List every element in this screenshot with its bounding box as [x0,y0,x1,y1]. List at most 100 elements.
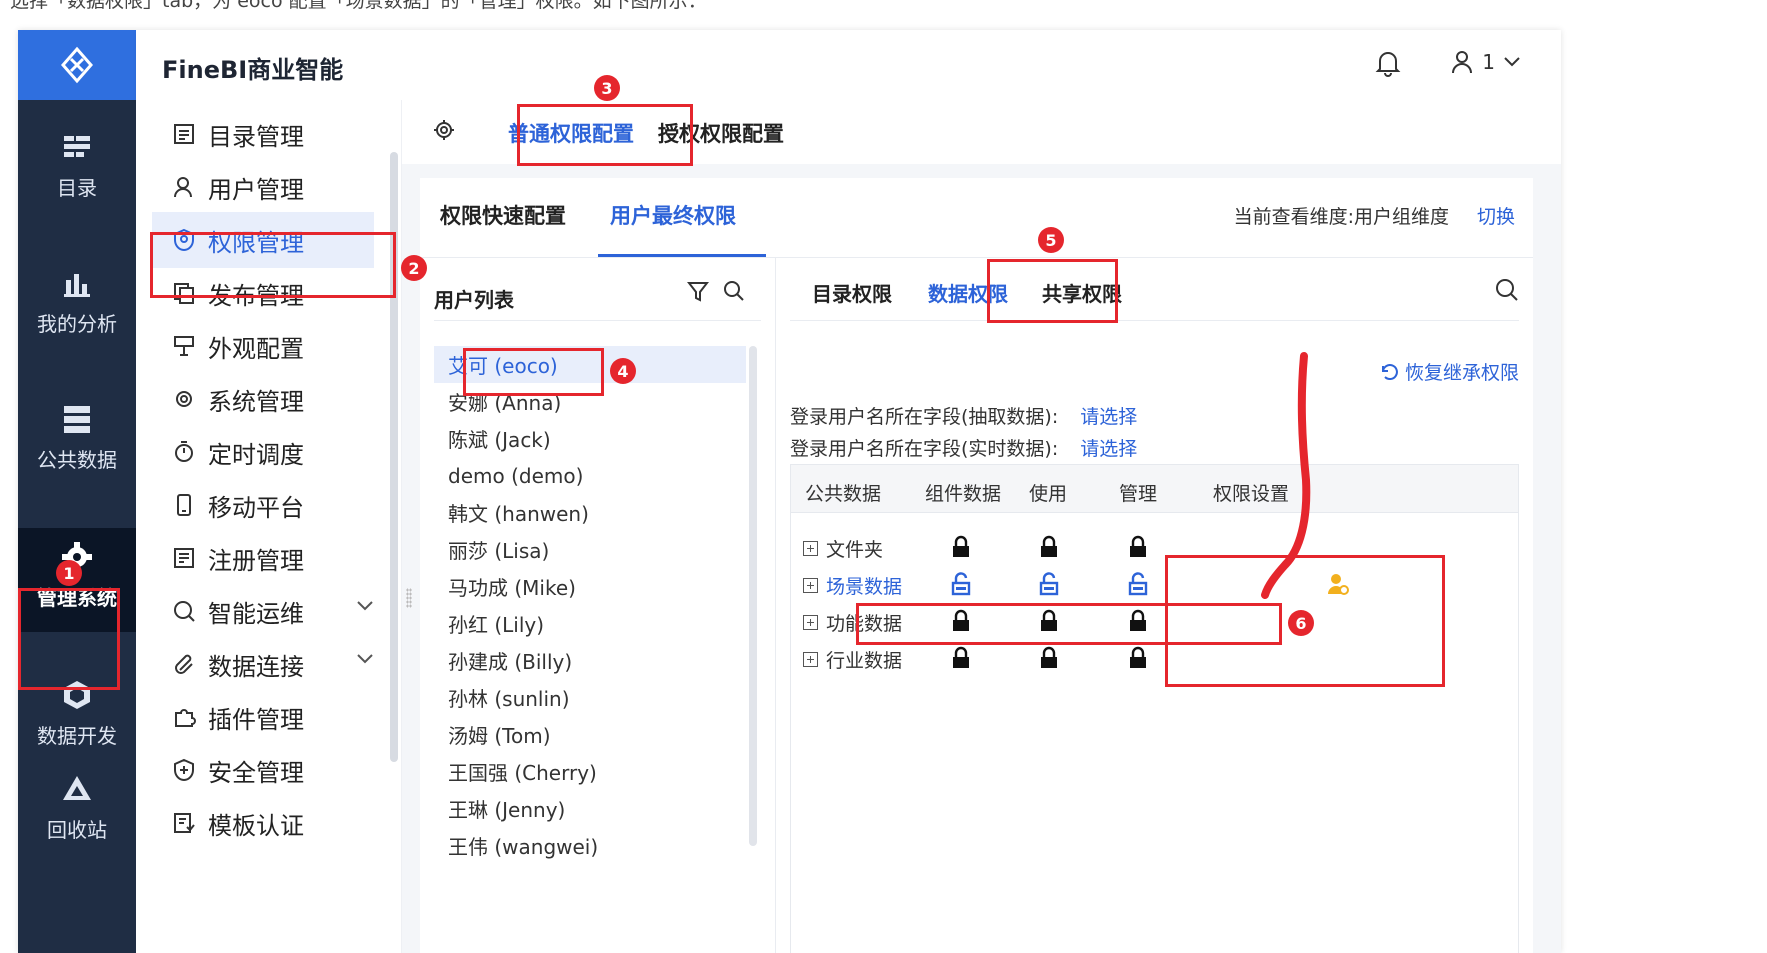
unlock-icon[interactable] [951,572,971,596]
rail-item-recycle[interactable]: 回收站 [18,772,136,843]
analysis-icon [64,274,90,297]
recycle-icon [63,776,91,800]
user-item[interactable]: 陈斌 (Jack) [434,420,746,457]
annotation-badge-3: 3 [594,75,620,101]
row-label: 行业数据 [803,646,902,673]
user-item[interactable]: 孙建成 (Billy) [434,642,746,679]
menu-item-user-mgmt[interactable]: 用户管理 [152,159,374,215]
annotation-badge-1: 1 [56,560,82,586]
annotation-badge-2: 2 [401,255,427,281]
column-header: 管理 [1119,483,1158,505]
list-icon [174,124,194,144]
menu-label: 外观配置 [208,334,304,363]
user-name: 1 [1482,50,1495,74]
rail-item-analysis[interactable]: 我的分析 [18,266,136,337]
menu-item-plugins[interactable]: 插件管理 [152,689,374,745]
finebi-app: 目录 我的分析 公共数据 管理系统 数据开发 回收站 FineBI商业智能 1 … [18,30,1561,953]
resize-handle[interactable] [406,588,412,608]
expand-icon[interactable] [803,652,818,667]
user-item[interactable]: 丽莎 (Lisa) [434,531,746,568]
rail-label-catalog: 目录 [57,176,97,200]
user-menu[interactable]: 1 [1450,49,1521,75]
search-icon[interactable] [1495,278,1519,302]
menu-label: 移动平台 [208,493,304,522]
lock-icon[interactable] [951,535,971,559]
rail-label-data-dev: 数据开发 [37,724,117,748]
menu-item-mobile[interactable]: 移动平台 [152,477,374,533]
unlock-icon[interactable] [1128,572,1148,596]
menu-item-register[interactable]: 注册管理 [152,530,374,586]
rail-item-public-data[interactable]: 公共数据 [18,402,136,473]
menu-label: 用户管理 [208,175,304,204]
app-logo[interactable] [18,30,136,100]
ops-icon [174,601,195,622]
user-item[interactable]: 王琳 (Jenny) [434,790,746,827]
tab-quick-config[interactable]: 权限快速配置 [440,200,566,230]
tab-catalog-permission[interactable]: 目录权限 [812,278,892,307]
annotation-badge-4: 4 [610,358,636,384]
user-item[interactable]: 王伟 (wangwei) [434,827,746,864]
menu-label: 注册管理 [208,546,304,575]
certificate-icon [174,813,195,833]
lock-icon[interactable] [1128,646,1148,670]
menu-item-ops[interactable]: 智能运维 [152,583,374,639]
row-label: 文件夹 [803,535,883,562]
register-icon [174,548,194,568]
user-item[interactable]: 马功成 (Mike) [434,568,746,605]
tab-final-permission[interactable]: 用户最终权限 [610,200,736,230]
mobile-icon [177,494,191,516]
column-header: 使用 [1029,483,1068,505]
lock-icon[interactable] [951,646,971,670]
user-item[interactable]: demo (demo) [434,457,746,494]
user-item[interactable]: 孙林 (sunlin) [434,679,746,716]
left-rail: 目录 我的分析 公共数据 管理系统 数据开发 回收站 [18,30,136,953]
user-item[interactable]: 王国强 (Cherry) [434,753,746,790]
column-header: 公共数据 [805,483,882,505]
gear-icon [176,391,192,407]
rail-label-recycle: 回收站 [47,818,107,842]
dimension-switch-link[interactable]: 切换 [1477,202,1515,229]
menu-label: 目录管理 [208,122,304,151]
row-name: 文件夹 [826,539,884,561]
user-item[interactable]: 孙红 (Lily) [434,605,746,642]
lock-icon[interactable] [1039,535,1059,559]
menu-item-system-mgmt[interactable]: 系统管理 [152,371,374,427]
user-item[interactable]: 韩文 (hanwen) [434,494,746,531]
dimension-text: 当前查看维度:用户组维度 [1233,206,1449,228]
bell-icon[interactable] [1375,49,1401,77]
unlock-icon[interactable] [1039,572,1059,596]
expand-icon[interactable] [803,578,818,593]
extract-field-select[interactable]: 请选择 [1080,406,1137,428]
menu-item-security[interactable]: 安全管理 [152,742,374,798]
top-header: FineBI商业智能 1 [136,30,1561,100]
rail-item-catalog[interactable]: 目录 [18,130,136,201]
user-item[interactable]: 汤姆 (Tom) [434,716,746,753]
gear-icon[interactable] [432,118,456,142]
palette-icon [174,336,194,356]
menu-item-catalog-mgmt[interactable]: 目录管理 [152,106,374,162]
lock-icon[interactable] [1039,646,1059,670]
menu-item-template-cert[interactable]: 模板认证 [152,795,374,851]
puzzle-icon [175,709,196,727]
lock-icon[interactable] [1128,535,1148,559]
user-list-tools [687,280,745,302]
menu-item-schedule[interactable]: 定时调度 [152,424,374,480]
menu-label: 数据连接 [208,652,304,681]
filter-icon[interactable] [687,280,709,302]
restore-label: 恢复继承权限 [1404,362,1519,384]
timer-icon [175,441,193,462]
restore-inherit-button[interactable]: 恢复继承权限 [1379,358,1519,385]
expand-icon[interactable] [803,541,818,556]
catalog-icon [64,136,90,157]
menu-item-appearance[interactable]: 外观配置 [152,318,374,374]
realtime-field-select[interactable]: 请选择 [1080,438,1137,460]
user-list-title: 用户列表 [434,288,514,312]
expand-icon[interactable] [803,615,818,630]
user-list-scrollbar[interactable] [749,346,757,846]
annotation-box-2 [150,232,396,298]
menu-item-data-connection[interactable]: 数据连接 [152,636,374,692]
menu-label: 系统管理 [208,387,304,416]
search-icon[interactable] [723,280,745,302]
menu-label: 模板认证 [208,811,304,840]
user-icon [174,177,192,198]
